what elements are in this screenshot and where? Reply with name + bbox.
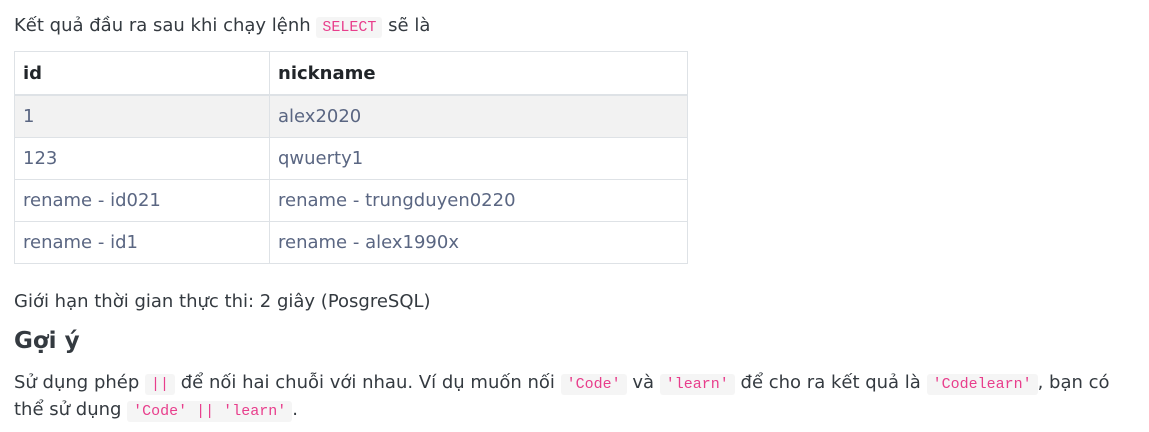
result-table: id nickname 1 alex2020 123 qwuerty1 rena… <box>14 51 688 264</box>
table-cell-nickname: rename - alex1990x <box>269 221 688 264</box>
hint-paragraph: Sử dụng phép || để nối hai chuỗi với nha… <box>14 370 1142 424</box>
learn-string-code: 'learn' <box>659 374 735 395</box>
hint-text: để nối hai chuỗi với nhau. Ví dụ muốn nố… <box>175 372 561 393</box>
hint-text: và <box>626 372 660 393</box>
concat-example-code: 'Code' || 'learn' <box>127 401 293 422</box>
hint-text: . <box>292 399 298 420</box>
table-row: 1 alex2020 <box>14 94 688 138</box>
intro-text-end: sẽ là <box>382 15 431 36</box>
table-cell-id: rename - id1 <box>14 221 270 264</box>
column-header-id: id <box>14 51 270 96</box>
table-cell-nickname: rename - trungduyen0220 <box>269 179 688 222</box>
concat-operator-code: || <box>145 374 176 395</box>
table-cell-id: rename - id021 <box>14 179 270 222</box>
table-cell-nickname: alex2020 <box>269 94 688 138</box>
table-header-row: id nickname <box>14 51 688 96</box>
hint-heading: Gợi ý <box>14 328 80 354</box>
intro-text: Kết quả đầu ra sau khi chạy lệnh <box>14 15 317 36</box>
table-cell-id: 123 <box>14 137 270 180</box>
table-row: rename - id1 rename - alex1990x <box>14 221 688 264</box>
column-header-nickname: nickname <box>269 51 688 96</box>
table-cell-id: 1 <box>14 94 270 138</box>
code-string-code: 'Code' <box>560 374 627 395</box>
table-cell-nickname: qwuerty1 <box>269 137 688 180</box>
select-code: SELECT <box>316 17 383 38</box>
output-intro: Kết quả đầu ra sau khi chạy lệnh SELECT … <box>14 14 430 40</box>
hint-text: để cho ra kết quả là <box>734 372 927 393</box>
codelearn-string-code: 'Codelearn' <box>926 374 1038 395</box>
hint-text: Sử dụng phép <box>14 372 146 393</box>
table-row: 123 qwuerty1 <box>14 137 688 180</box>
table-row: rename - id021 rename - trungduyen0220 <box>14 179 688 222</box>
time-limit: Giới hạn thời gian thực thi: 2 giây (Pos… <box>14 291 431 312</box>
